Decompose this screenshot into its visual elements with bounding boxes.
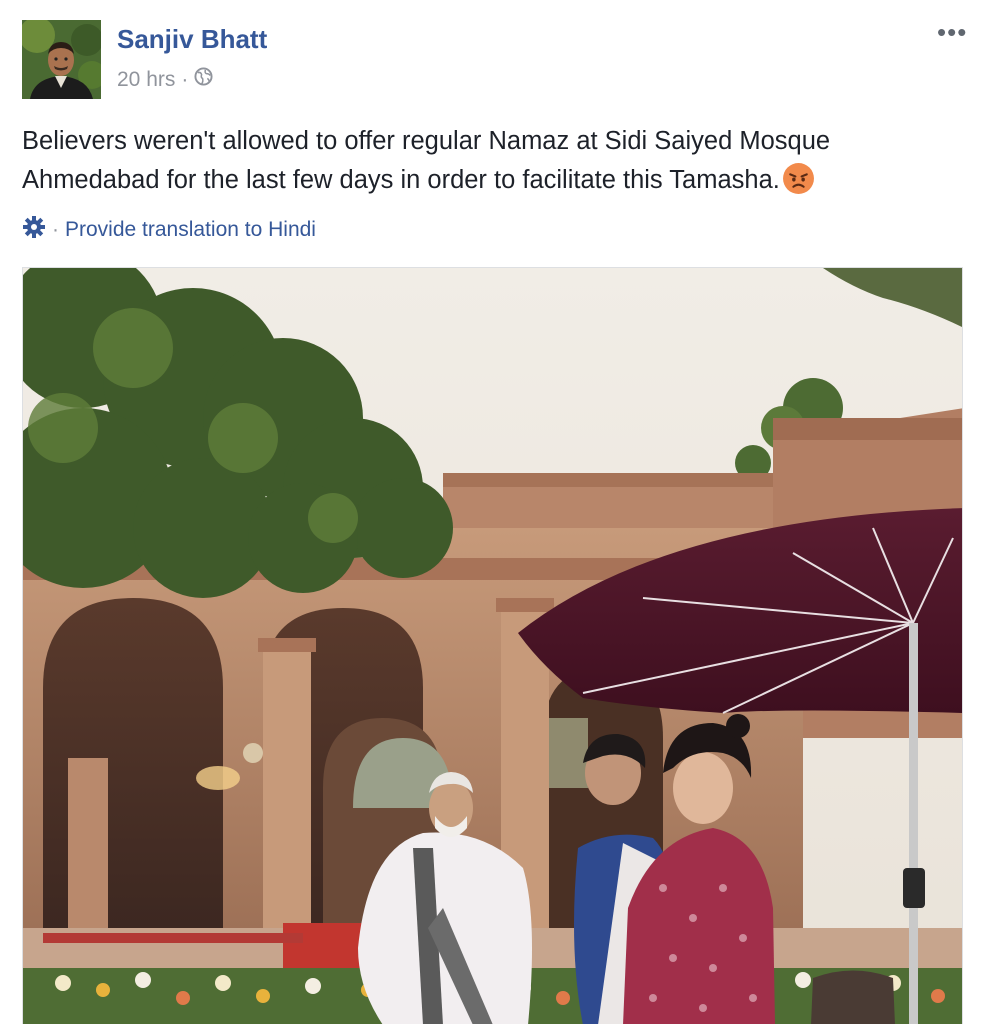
translation-separator: ·: [52, 218, 59, 241]
post-text: Believers weren't allowed to offer regul…: [22, 127, 831, 194]
provide-translation-link[interactable]: Provide translation to Hindi: [65, 218, 316, 242]
post-timestamp[interactable]: 20 hrs: [117, 68, 175, 92]
mosque-scene-image: [23, 268, 962, 1024]
angry-face-icon: [782, 162, 815, 195]
meta-separator: ·: [181, 67, 189, 91]
post-body: Believers weren't allowed to offer regul…: [22, 122, 962, 200]
post-photo[interactable]: [22, 267, 963, 1024]
post-meta: 20 hrs ·: [117, 67, 213, 92]
avatar[interactable]: [22, 20, 101, 99]
profile-photo: [22, 20, 101, 99]
more-options-button[interactable]: •••: [937, 19, 967, 45]
translation-row: · Provide translation to Hindi: [22, 215, 316, 245]
gear-icon[interactable]: [22, 215, 46, 245]
globe-icon[interactable]: [194, 67, 213, 92]
author-name[interactable]: Sanjiv Bhatt: [117, 24, 267, 55]
